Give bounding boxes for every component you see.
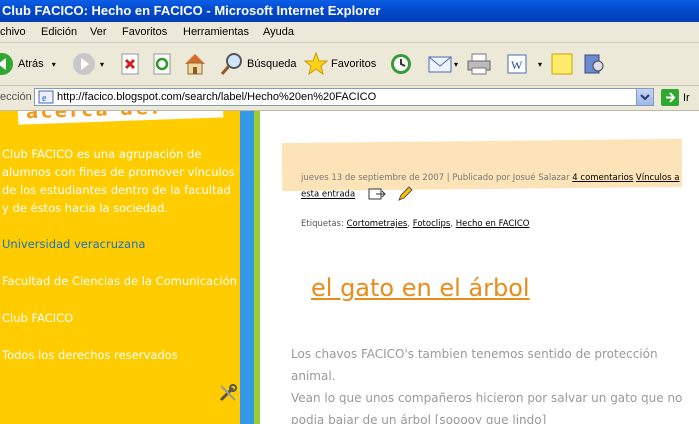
search-button[interactable]: Búsqueda	[220, 51, 297, 77]
history-button[interactable]	[389, 51, 413, 77]
menu-tools[interactable]: Herramientas	[183, 22, 249, 42]
forward-button[interactable]: ▾	[72, 51, 104, 77]
mail-icon	[428, 56, 452, 73]
printer-icon	[467, 53, 491, 75]
home-icon	[185, 54, 205, 75]
menu-favorites[interactable]: Favoritos	[122, 22, 167, 42]
toolbar: Atrás ▾ ▾ Búsqueda Favoritos ▾ W ▾	[0, 43, 699, 86]
sidebar-copyright: Todos los derechos reservados	[2, 348, 178, 362]
word-document-icon: W	[507, 54, 527, 74]
menu-bar: chivo Edición Ver Favoritos Herramientas…	[0, 22, 699, 43]
menu-help[interactable]: Ayuda	[263, 22, 294, 42]
back-button[interactable]: Atrás ▾	[0, 51, 56, 77]
sidebar: acerca de: Club FACICO es una agrupación…	[0, 111, 242, 424]
svg-text:W: W	[511, 58, 523, 72]
refresh-button[interactable]	[152, 51, 172, 77]
window-title-bar: Club FACICO: Hecho en FACICO - Microsoft…	[0, 0, 699, 22]
forward-arrow-icon	[73, 53, 95, 75]
label-link-fotoclips[interactable]: Fotoclips	[413, 219, 451, 229]
tools-edit-icon[interactable]	[218, 383, 238, 403]
history-clock-icon	[391, 54, 411, 74]
post-body-line: Los chavos FACICO's tambien tenemos sent…	[291, 347, 658, 361]
menu-file[interactable]: chivo	[0, 22, 26, 42]
sticky-note-icon	[551, 53, 573, 75]
stop-button[interactable]	[120, 51, 140, 77]
post-body-line: Vean lo que unos compañeros hicieron por…	[291, 391, 683, 405]
back-dropdown-arrow-icon[interactable]: ▾	[52, 60, 56, 69]
edit-word-button[interactable]: W ▾	[506, 51, 542, 77]
page-content: acerca de: Club FACICO es una agrupación…	[0, 111, 699, 424]
decorative-blue-band	[240, 111, 254, 424]
post-title[interactable]: el gato en el árbol	[311, 274, 530, 302]
sidebar-link-club[interactable]: Club FACICO	[2, 309, 73, 327]
labels-prefix: Etiquetas:	[301, 219, 344, 229]
menu-view[interactable]: Ver	[90, 22, 107, 42]
address-bar: ección e http://facico.blogspot.com/sear…	[0, 86, 699, 111]
forward-dropdown-arrow-icon[interactable]: ▾	[100, 60, 104, 69]
research-book-icon	[584, 54, 604, 74]
menu-edit[interactable]: Edición	[41, 22, 77, 42]
go-label: Ir	[683, 91, 690, 104]
post-labels: Etiquetas: Cortometrajes, Fotoclips, Hec…	[301, 219, 530, 229]
mail-dropdown-arrow-icon[interactable]: ▾	[454, 60, 458, 69]
print-button[interactable]	[467, 51, 491, 77]
post-date-author: jueves 13 de septiembre de 2007 | Public…	[301, 173, 570, 183]
address-label: ección	[0, 91, 32, 103]
home-button[interactable]	[183, 51, 207, 77]
address-dropdown-arrow-icon[interactable]	[636, 89, 653, 105]
post-meta: jueves 13 de septiembre de 2007 | Public…	[301, 171, 696, 203]
decorative-green-band	[254, 111, 260, 424]
research-button[interactable]	[583, 51, 605, 77]
email-post-icon[interactable]	[368, 188, 386, 200]
ie-page-icon: e	[38, 90, 54, 104]
svg-text:e: e	[42, 93, 47, 104]
favorites-label: Favoritos	[331, 58, 377, 70]
search-icon	[220, 53, 242, 75]
stop-icon	[121, 53, 139, 75]
sidebar-heading-box: acerca de:	[17, 111, 224, 125]
address-input[interactable]: e http://facico.blogspot.com/search/labe…	[34, 88, 654, 106]
address-url: http://facico.blogspot.com/search/label/…	[57, 91, 377, 103]
sidebar-heading: acerca de:	[26, 111, 162, 123]
favorites-button[interactable]: Favoritos	[304, 51, 376, 77]
post-body: Los chavos FACICO's tambien tenemos sent…	[291, 343, 686, 424]
window-title: Club FACICO: Hecho en FACICO - Microsoft…	[2, 3, 381, 18]
sidebar-link-universidad[interactable]: Universidad veracruzana	[2, 235, 145, 253]
back-label: Atrás	[18, 58, 44, 70]
search-label: Búsqueda	[247, 58, 297, 70]
mail-button[interactable]: ▾	[428, 51, 458, 77]
back-arrow-icon	[0, 53, 13, 75]
post-body-line: animal.	[291, 369, 336, 383]
edit-pencil-icon[interactable]	[397, 186, 413, 202]
post-comments-link[interactable]: 4 comentarios	[572, 173, 633, 183]
discuss-button[interactable]	[551, 51, 573, 77]
label-link-cortometrajes[interactable]: Cortometrajes	[347, 219, 408, 229]
post-body-line: podia bajar de un árbol [sooooy que lind…	[291, 413, 547, 424]
go-arrow-icon	[661, 89, 679, 106]
sidebar-about-text: Club FACICO es una agrupación de alumnos…	[2, 147, 235, 215]
refresh-icon	[153, 53, 171, 75]
go-button[interactable]: Ir	[661, 89, 690, 106]
sidebar-link-facultad[interactable]: Facultad de Ciencias de la Comunicación	[2, 272, 237, 290]
favorites-star-icon	[304, 52, 328, 76]
label-link-hecho-en-facico[interactable]: Hecho en FACICO	[456, 219, 530, 229]
edit-dropdown-arrow-icon[interactable]: ▾	[538, 60, 542, 69]
